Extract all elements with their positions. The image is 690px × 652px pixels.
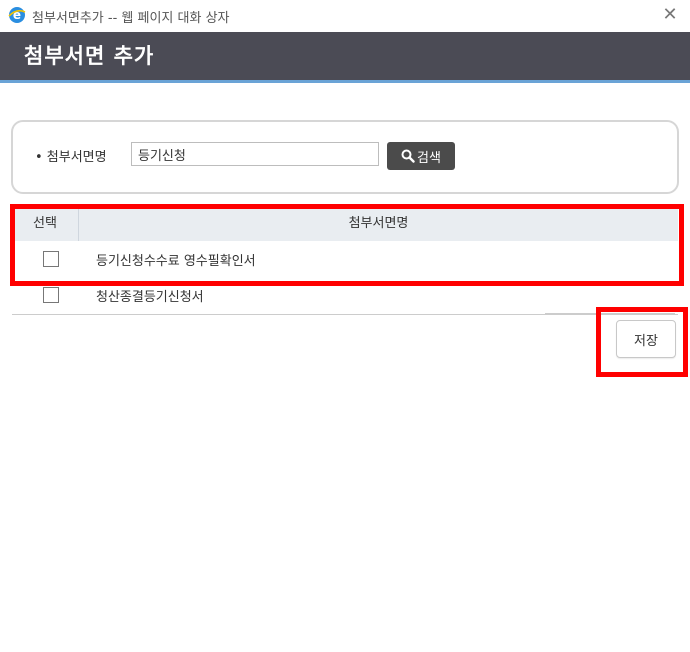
row-checkbox[interactable]	[43, 251, 59, 267]
row-name: 청산종결등기신청서	[96, 290, 204, 305]
window-titlebar: e 첨부서면추가 -- 웹 페이지 대화 상자 ✕	[0, 0, 690, 32]
search-button-label: 검색	[417, 150, 441, 166]
table-row[interactable]: 청산종결등기신청서	[12, 277, 678, 313]
search-input[interactable]	[131, 142, 379, 166]
close-icon[interactable]: ✕	[660, 5, 680, 25]
search-label: • 첨부서면명	[35, 150, 107, 165]
table-row[interactable]: 등기신청수수료 영수필확인서	[12, 241, 678, 278]
search-panel: • 첨부서면명 검색	[11, 120, 679, 194]
page-title: 첨부서면 추가	[24, 44, 155, 68]
search-button[interactable]: 검색	[387, 142, 455, 170]
search-icon	[401, 149, 415, 163]
column-header-name: 첨부서면명	[348, 216, 409, 231]
attachment-table: 선택 첨부서면명 등기신청수수료 영수필확인서 청산종결등기신청서	[12, 206, 678, 315]
table-header: 선택 첨부서면명	[12, 206, 678, 241]
row-checkbox[interactable]	[43, 287, 59, 303]
column-header-select: 선택	[12, 207, 79, 241]
window-title: 첨부서면추가 -- 웹 페이지 대화 상자	[32, 11, 230, 26]
ie-icon: e	[8, 6, 26, 24]
dialog-header: 첨부서면 추가	[0, 32, 690, 83]
save-button[interactable]: 저장	[616, 320, 676, 358]
row-name: 등기신청수수료 영수필확인서	[96, 254, 256, 269]
divider	[545, 313, 675, 314]
